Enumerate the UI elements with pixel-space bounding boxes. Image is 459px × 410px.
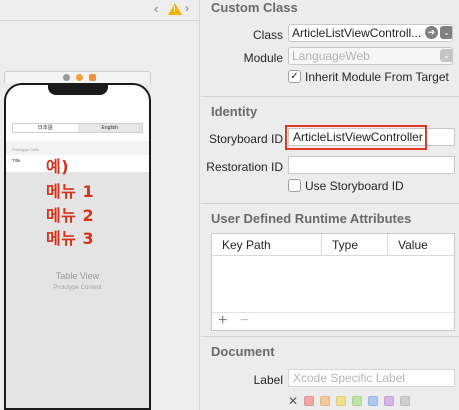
swatch-blue[interactable]: [368, 396, 379, 406]
warning-icon[interactable]: !: [168, 3, 182, 15]
module-dropdown-icon[interactable]: ⌄: [440, 49, 452, 62]
label-label: Label: [253, 373, 283, 387]
table-footer: + −: [212, 312, 454, 330]
swatch-gray[interactable]: [400, 396, 411, 406]
column-type[interactable]: Type: [322, 234, 388, 255]
column-key-path[interactable]: Key Path: [212, 234, 322, 255]
segment-japanese[interactable]: 日本語: [13, 124, 78, 132]
go-to-class-arrow-icon[interactable]: ➔: [425, 26, 438, 39]
canvas-toolbar-divider: [0, 20, 200, 21]
module-combo-box[interactable]: LanguageWeb ⌄: [288, 47, 453, 65]
view-controller-icon[interactable]: [63, 74, 70, 81]
document-title: Document: [211, 344, 275, 359]
storyboard-id-label: Storyboard ID: [208, 132, 283, 146]
runtime-attributes-table[interactable]: Key Path Type Value + −: [211, 233, 455, 331]
add-attribute-button[interactable]: +: [218, 312, 227, 329]
table-view-subtitle: Prototype Content: [53, 285, 102, 291]
warning-mark: !: [173, 5, 176, 14]
back-arrow-icon[interactable]: ‹: [154, 1, 160, 16]
document-label-field[interactable]: Xcode Specific Label: [288, 369, 455, 387]
column-value[interactable]: Value: [388, 234, 454, 255]
section-divider: [201, 336, 459, 337]
identity-title: Identity: [211, 104, 258, 119]
restoration-id-label: Restoration ID: [206, 160, 283, 174]
scene-dock[interactable]: [4, 71, 151, 83]
module-placeholder: LanguageWeb: [292, 49, 370, 63]
exit-icon[interactable]: [89, 74, 96, 81]
device-notch: [48, 85, 108, 95]
table-header: Key Path Type Value: [212, 234, 454, 256]
use-storyboard-id-label: Use Storyboard ID: [305, 179, 404, 193]
prototype-cell[interactable]: Title: [6, 155, 149, 173]
storyboard-canvas[interactable]: ‹ ! › 日本語 English Prototype Cells Title …: [0, 0, 200, 410]
annotation-menu-3: 메뉴 3: [46, 229, 95, 248]
restoration-id-field[interactable]: [288, 156, 455, 174]
table-view-title: Table View: [55, 271, 100, 281]
swatch-orange[interactable]: [320, 396, 331, 406]
custom-class-title: Custom Class: [211, 0, 298, 15]
identity-inspector: Custom Class Class ArticleListViewContro…: [201, 0, 459, 410]
label-color-swatches: ✕: [288, 394, 416, 408]
inherit-module-label: Inherit Module From Target: [305, 70, 449, 84]
remove-attribute-button[interactable]: −: [240, 312, 249, 329]
chevron-right-icon[interactable]: ›: [185, 1, 189, 15]
clear-label-color-icon[interactable]: ✕: [288, 394, 298, 408]
swatch-green[interactable]: [352, 396, 363, 406]
storyboard-id-highlight: [285, 125, 427, 150]
segment-english[interactable]: English: [78, 124, 143, 132]
iphone-scene[interactable]: 日本語 English Prototype Cells Title 예) 메뉴 …: [4, 83, 151, 410]
language-segmented-control[interactable]: 日本語 English: [12, 123, 143, 133]
use-storyboard-id-checkbox[interactable]: [288, 179, 301, 192]
prototype-cells-header: Prototype Cells: [6, 141, 149, 155]
first-responder-icon[interactable]: [76, 74, 83, 81]
section-divider: [201, 203, 459, 204]
runtime-attributes-title: User Defined Runtime Attributes: [211, 211, 412, 226]
annotation-example: 예): [46, 157, 70, 176]
class-dropdown-icon[interactable]: ⌄: [440, 26, 452, 39]
class-label: Class: [252, 28, 283, 42]
section-divider: [201, 96, 459, 97]
class-combo-box[interactable]: ArticleListViewControll... ➔ ⌄: [288, 24, 453, 42]
annotation-menu-2: 메뉴 2: [46, 206, 95, 225]
swatch-yellow[interactable]: [336, 396, 347, 406]
navigation-arrows[interactable]: ‹: [154, 1, 160, 16]
inherit-module-checkbox[interactable]: ✓: [288, 70, 301, 83]
swatch-purple[interactable]: [384, 396, 395, 406]
module-label: Module: [243, 51, 283, 65]
cell-title: Title: [12, 158, 21, 163]
class-value: ArticleListViewControll...: [292, 26, 422, 40]
swatch-red[interactable]: [304, 396, 315, 406]
annotation-menu-1: 메뉴 1: [46, 182, 95, 201]
